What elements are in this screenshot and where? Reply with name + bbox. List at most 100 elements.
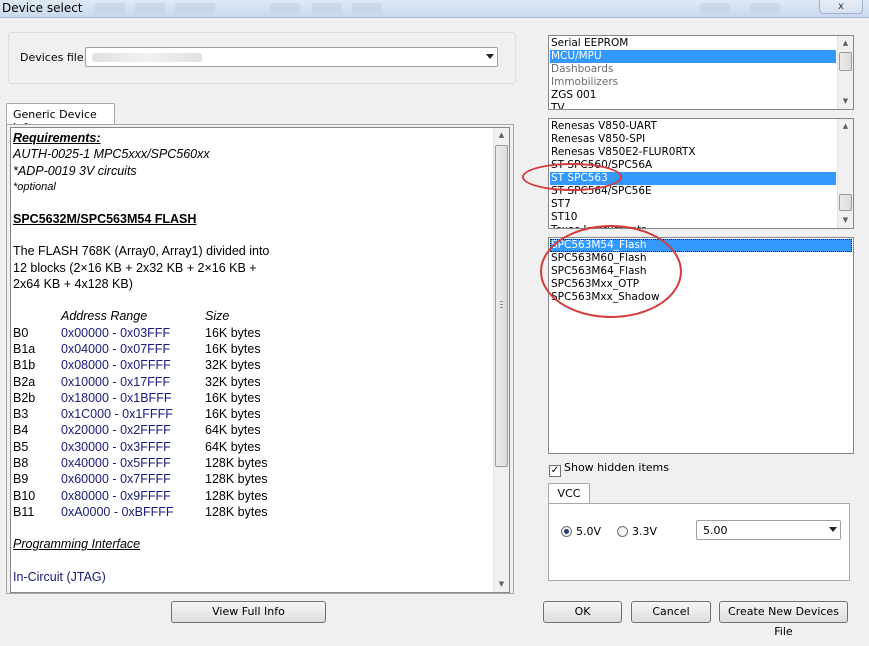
blurred-toolbar <box>750 3 780 13</box>
table-row: B1b 0x08000 - 0x0FFFF 32K bytes <box>13 357 268 373</box>
requirement-note: *optional <box>13 180 56 193</box>
device-list-item[interactable]: SPC563M60_Flash <box>550 252 852 265</box>
requirements-title: Requirements: <box>13 131 101 145</box>
show-hidden-checkbox[interactable]: ✓ <box>549 465 561 477</box>
view-full-info-button[interactable]: View Full Info <box>171 601 326 623</box>
tab-vcc[interactable]: VCC <box>548 483 590 504</box>
table-row: B11 0xA0000 - 0xBFFFF 128K bytes <box>13 504 268 520</box>
block-name: B0 <box>13 325 29 340</box>
block-size: 16K bytes <box>205 390 261 405</box>
family-list[interactable]: Renesas V850-UART Renesas V850-SPI Renesas… <box>548 118 854 229</box>
block-range: 0x1C000 - 0x1FFFF <box>61 407 173 422</box>
blurred-toolbar <box>95 3 125 13</box>
grip-line <box>500 304 503 305</box>
chevron-down-icon[interactable] <box>829 527 837 532</box>
family-list-item[interactable]: ST SPC563 <box>550 172 836 185</box>
block-size: 128K bytes <box>205 504 268 519</box>
cancel-button[interactable]: Cancel <box>631 601 711 623</box>
device-list-item[interactable]: SPC563Mxx_Shadow <box>550 291 852 304</box>
family-list-item[interactable]: Renesas V850-SPI <box>550 133 836 146</box>
block-name: B1b <box>13 358 36 373</box>
scroll-down-icon[interactable]: ▼ <box>838 213 853 228</box>
scroll-up-icon[interactable]: ▲ <box>494 128 509 143</box>
category-scrollbar[interactable]: ▲ ▼ <box>837 36 853 109</box>
category-list-item[interactable]: MCU/MPU <box>550 50 836 63</box>
chevron-down-icon[interactable] <box>486 54 494 59</box>
devices-file-combo[interactable] <box>85 47 498 67</box>
block-range: 0xA0000 - 0xBFFFF <box>61 504 174 519</box>
scroll-thumb[interactable] <box>839 194 852 211</box>
create-new-devices-file-button[interactable]: Create New Devices File <box>719 601 848 638</box>
block-name: B4 <box>13 423 29 438</box>
requirement-line: *ADP-0019 3V circuits <box>13 163 137 178</box>
block-name: B11 <box>13 504 35 519</box>
table-row: B3 0x1C000 - 0x1FFFF 16K bytes <box>13 406 268 422</box>
radio-5v-label: 5.0V <box>576 525 602 538</box>
radio-5v[interactable]: 5.0V <box>561 525 601 538</box>
radio-3v3[interactable]: 3.3V <box>617 525 657 538</box>
block-name: B9 <box>13 472 29 487</box>
category-list-item[interactable]: Immobilizers <box>550 76 836 89</box>
tab-generic-device-info[interactable]: Generic Device Info <box>6 103 115 134</box>
category-list-item[interactable]: Serial EEPROM <box>550 37 836 50</box>
family-list-item[interactable]: Texas Instruments <box>550 224 836 228</box>
category-list[interactable]: Serial EEPROM MCU/MPU Dashboards Immobilize… <box>548 35 854 110</box>
flash-description: The FLASH 768K (Array0, Array1) divided … <box>13 243 493 292</box>
radio-5v-dot[interactable] <box>561 526 572 537</box>
grip-line <box>500 307 503 308</box>
block-name: B2b <box>13 390 36 405</box>
device-list-item[interactable]: SPC563M64_Flash <box>550 265 852 278</box>
family-list-item[interactable]: ST SPC560/SPC56A <box>550 159 836 172</box>
device-info-box: Requirements: AUTH-0025-1 MPC5xxx/SPC560… <box>10 127 510 593</box>
grip-line <box>500 301 503 302</box>
close-button[interactable]: x <box>819 0 863 14</box>
family-list-item[interactable]: Renesas V850-UART <box>550 120 836 133</box>
description-line: 12 blocks (2×16 KB + 2x32 KB + 2×16 KB + <box>13 260 257 275</box>
table-header-row: Address Range Size <box>13 308 268 324</box>
voltage-combo[interactable]: 5.00 <box>696 520 841 540</box>
category-list-item[interactable]: TV <box>550 102 836 109</box>
family-scrollbar[interactable]: ▲ ▼ <box>837 119 853 228</box>
family-list-item[interactable]: ST10 <box>550 211 836 224</box>
block-range: 0x60000 - 0x7FFFF <box>61 472 171 487</box>
blurred-toolbar <box>270 3 300 13</box>
block-size: 16K bytes <box>205 341 261 356</box>
scroll-up-icon[interactable]: ▲ <box>838 119 853 134</box>
scroll-down-icon[interactable]: ▼ <box>494 577 509 592</box>
table-row: B5 0x30000 - 0x3FFFF 64K bytes <box>13 439 268 455</box>
ok-button[interactable]: OK <box>543 601 622 623</box>
device-list-item[interactable]: SPC563Mxx_OTP <box>550 278 852 291</box>
block-size: 32K bytes <box>205 374 261 389</box>
block-size: 128K bytes <box>205 456 268 471</box>
block-size: 64K bytes <box>205 439 261 454</box>
family-list-item[interactable]: Renesas V850E2-FLUR0RTX <box>550 146 836 159</box>
block-range: 0x80000 - 0x9FFFF <box>61 488 171 503</box>
table-row: B8 0x40000 - 0x5FFFF 128K bytes <box>13 455 268 471</box>
info-scrollbar[interactable]: ▲ ▼ <box>493 128 509 592</box>
family-list-item[interactable]: ST SPC564/SPC56E <box>550 185 836 198</box>
scroll-thumb[interactable] <box>495 145 508 467</box>
block-range: 0x18000 - 0x1BFFF <box>61 390 172 405</box>
table-row: B0 0x00000 - 0x03FFF 16K bytes <box>13 325 268 341</box>
radio-3v3-dot[interactable] <box>617 526 628 537</box>
show-hidden-checkbox-row[interactable]: ✓ Show hidden items <box>549 461 669 477</box>
device-list-item[interactable]: SPC563M54_Flash <box>550 239 852 252</box>
device-info-content: Requirements: AUTH-0025-1 MPC5xxx/SPC560… <box>13 130 493 585</box>
vcc-panel <box>548 503 850 581</box>
category-list-item[interactable]: ZGS 001 <box>550 89 836 102</box>
blurred-toolbar <box>312 3 342 13</box>
voltage-value: 5.00 <box>703 524 728 537</box>
block-range: 0x08000 - 0x0FFFF <box>61 358 171 373</box>
table-row: B9 0x60000 - 0x7FFFF 128K bytes <box>13 471 268 487</box>
category-list-item[interactable]: Dashboards <box>550 63 836 76</box>
table-row: B10 0x80000 - 0x9FFFF 128K bytes <box>13 488 268 504</box>
family-list-item[interactable]: ST7 <box>550 198 836 211</box>
device-list[interactable]: SPC563M54_Flash SPC563M60_Flash SPC563M64_… <box>548 237 854 454</box>
scroll-up-icon[interactable]: ▲ <box>838 36 853 51</box>
block-size: 16K bytes <box>205 325 261 340</box>
block-size: 128K bytes <box>205 472 268 487</box>
blurred-toolbar <box>175 3 215 13</box>
block-range: 0x30000 - 0x3FFFF <box>61 439 171 454</box>
scroll-thumb[interactable] <box>839 52 852 71</box>
scroll-down-icon[interactable]: ▼ <box>838 94 853 109</box>
